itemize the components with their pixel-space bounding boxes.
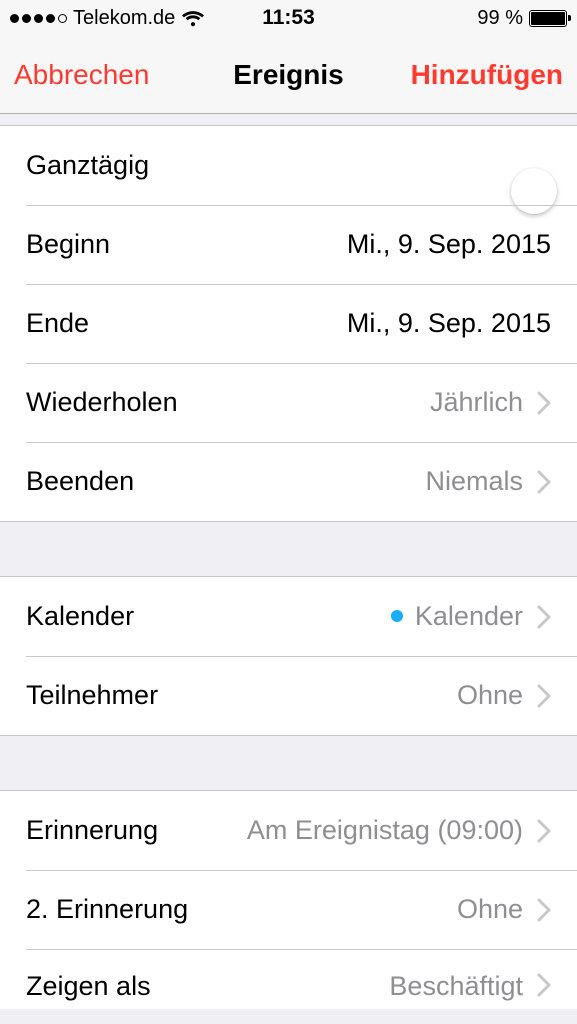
chevron-right-icon (537, 470, 551, 494)
second-alert-row[interactable]: 2. Erinnerung Ohne (0, 870, 577, 949)
second-alert-value: Ohne (188, 894, 523, 925)
page-title: Ereignis (233, 59, 343, 91)
battery-icon (529, 10, 567, 27)
clock: 11:53 (262, 6, 315, 30)
status-bar: Telekom.de 11:53 99 % (0, 0, 577, 36)
calendar-color-dot-icon (391, 610, 403, 622)
chevron-right-icon (537, 819, 551, 843)
calendar-value: Kalender (134, 601, 523, 632)
wifi-icon (181, 9, 205, 27)
add-button[interactable]: Hinzufügen (411, 59, 563, 91)
repeat-value: Jährlich (178, 387, 523, 418)
chevron-right-icon (537, 391, 551, 415)
second-alert-label: 2. Erinnerung (26, 894, 188, 925)
invitees-label: Teilnehmer (26, 680, 158, 711)
chevron-right-icon (537, 898, 551, 922)
show-as-row[interactable]: Zeigen als Beschäftigt (0, 949, 577, 1009)
calendar-label: Kalender (26, 601, 134, 632)
invitees-value: Ohne (158, 680, 523, 711)
alert-group: Erinnerung Am Ereignistag (09:00) 2. Eri… (0, 790, 577, 1009)
nav-bar: Abbrechen Ereignis Hinzufügen (0, 36, 577, 114)
repeat-label: Wiederholen (26, 387, 178, 418)
end-repeat-row[interactable]: Beenden Niemals (0, 442, 577, 521)
cancel-button[interactable]: Abbrechen (14, 59, 149, 91)
end-row[interactable]: Ende Mi., 9. Sep. 2015 (0, 284, 577, 363)
begin-label: Beginn (26, 229, 110, 260)
date-time-group: Ganztägig Beginn Mi., 9. Sep. 2015 Ende … (0, 125, 577, 522)
battery-percentage: 99 % (477, 7, 523, 30)
alert-row[interactable]: Erinnerung Am Ereignistag (09:00) (0, 791, 577, 870)
alert-label: Erinnerung (26, 815, 158, 846)
repeat-row[interactable]: Wiederholen Jährlich (0, 363, 577, 442)
chevron-right-icon (537, 684, 551, 708)
allday-label: Ganztägig (26, 150, 149, 181)
end-value: Mi., 9. Sep. 2015 (89, 308, 551, 339)
allday-row[interactable]: Ganztägig (0, 126, 577, 205)
show-as-label: Zeigen als (26, 971, 151, 1002)
invitees-row[interactable]: Teilnehmer Ohne (0, 656, 577, 735)
end-label: Ende (26, 308, 89, 339)
carrier-label: Telekom.de (73, 7, 175, 30)
begin-row[interactable]: Beginn Mi., 9. Sep. 2015 (0, 205, 577, 284)
alert-value: Am Ereignistag (09:00) (158, 815, 523, 846)
begin-value: Mi., 9. Sep. 2015 (110, 229, 551, 260)
show-as-value: Beschäftigt (151, 971, 523, 1002)
end-repeat-value: Niemals (134, 466, 523, 497)
signal-strength-icon (10, 14, 67, 23)
chevron-right-icon (537, 605, 551, 629)
end-repeat-label: Beenden (26, 466, 134, 497)
chevron-right-icon (537, 973, 551, 997)
calendar-row[interactable]: Kalender Kalender (0, 577, 577, 656)
calendar-group: Kalender Kalender Teilnehmer Ohne (0, 576, 577, 736)
